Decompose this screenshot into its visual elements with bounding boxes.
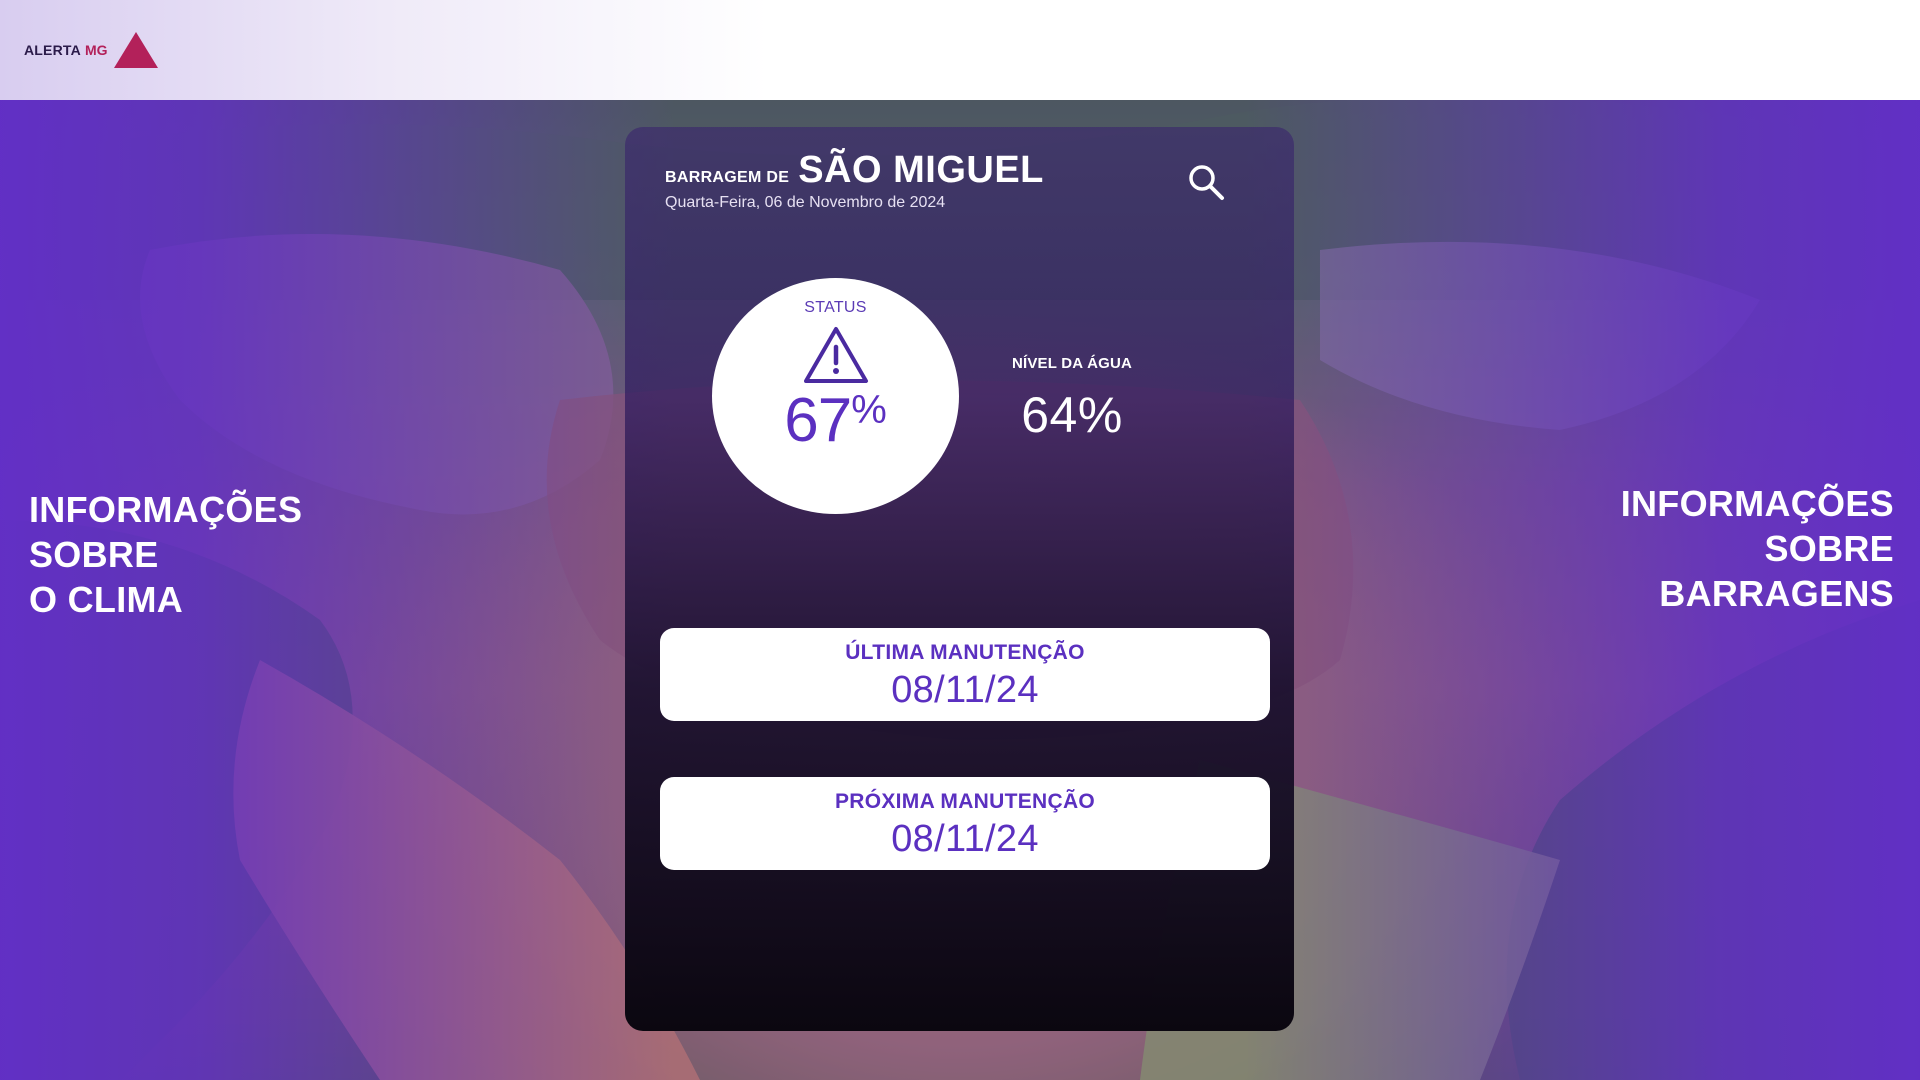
dam-info-card: BARRAGEM DE SÃO MIGUEL Quarta-Feira, 06 … (625, 127, 1294, 1031)
next-maintenance-date: 08/11/24 (891, 818, 1039, 860)
last-maintenance-title: ÚLTIMA MANUTENÇÃO (845, 641, 1085, 664)
next-maintenance-card[interactable]: PRÓXIMA MANUTENÇÃO 08/11/24 (660, 777, 1270, 870)
water-level-label: NÍVEL DA ÁGUA (1011, 355, 1133, 372)
status-label: STATUS (804, 299, 867, 316)
dam-name: SÃO MIGUEL (798, 149, 1044, 191)
dams-info-line1: INFORMAÇÕES (1620, 483, 1894, 524)
logo-text-alerta: ALERTA (24, 42, 81, 58)
dams-info-line2: SOBRE (1764, 528, 1894, 569)
top-header: ALERTA MG (0, 0, 1920, 100)
water-level-value: 64% (1021, 387, 1123, 443)
status-percent-number: 67 (784, 386, 852, 455)
status-gauge: STATUS 67 % (712, 278, 959, 514)
last-maintenance-date: 08/11/24 (891, 669, 1039, 711)
water-level: NÍVEL DA ÁGUA 64% (997, 355, 1147, 444)
logo-triangle-icon (113, 32, 158, 68)
weather-info-line3: O CLIMA (29, 579, 184, 620)
dam-header: BARRAGEM DE SÃO MIGUEL Quarta-Feira, 06 … (665, 149, 1044, 212)
next-maintenance-title: PRÓXIMA MANUTENÇÃO (834, 790, 1096, 813)
search-icon (1189, 165, 1224, 200)
weather-info-line1: INFORMAÇÕES (29, 489, 303, 530)
dam-date: Quarta-Feira, 06 de Novembro de 2024 (665, 194, 946, 211)
last-maintenance-card[interactable]: ÚLTIMA MANUTENÇÃO 08/11/24 (660, 628, 1270, 721)
status-percent-sign: % (851, 388, 887, 432)
warning-icon (803, 327, 868, 383)
logo-text-mg: MG (84, 42, 108, 58)
dam-title-prefix: BARRAGEM DE (665, 169, 790, 186)
dams-info-link[interactable]: INFORMAÇÕES SOBRE BARRAGENS (1621, 481, 1894, 616)
status-value: 67 % (784, 387, 887, 455)
search-button[interactable] (1183, 159, 1229, 205)
dams-info-line3: BARRAGENS (1659, 573, 1894, 614)
alerta-mg-logo[interactable]: ALERTA MG (24, 30, 160, 70)
weather-info-link[interactable]: INFORMAÇÕES SOBRE O CLIMA (29, 487, 302, 622)
weather-info-line2: SOBRE (29, 534, 159, 575)
dam-title: BARRAGEM DE SÃO MIGUEL (665, 149, 1044, 192)
